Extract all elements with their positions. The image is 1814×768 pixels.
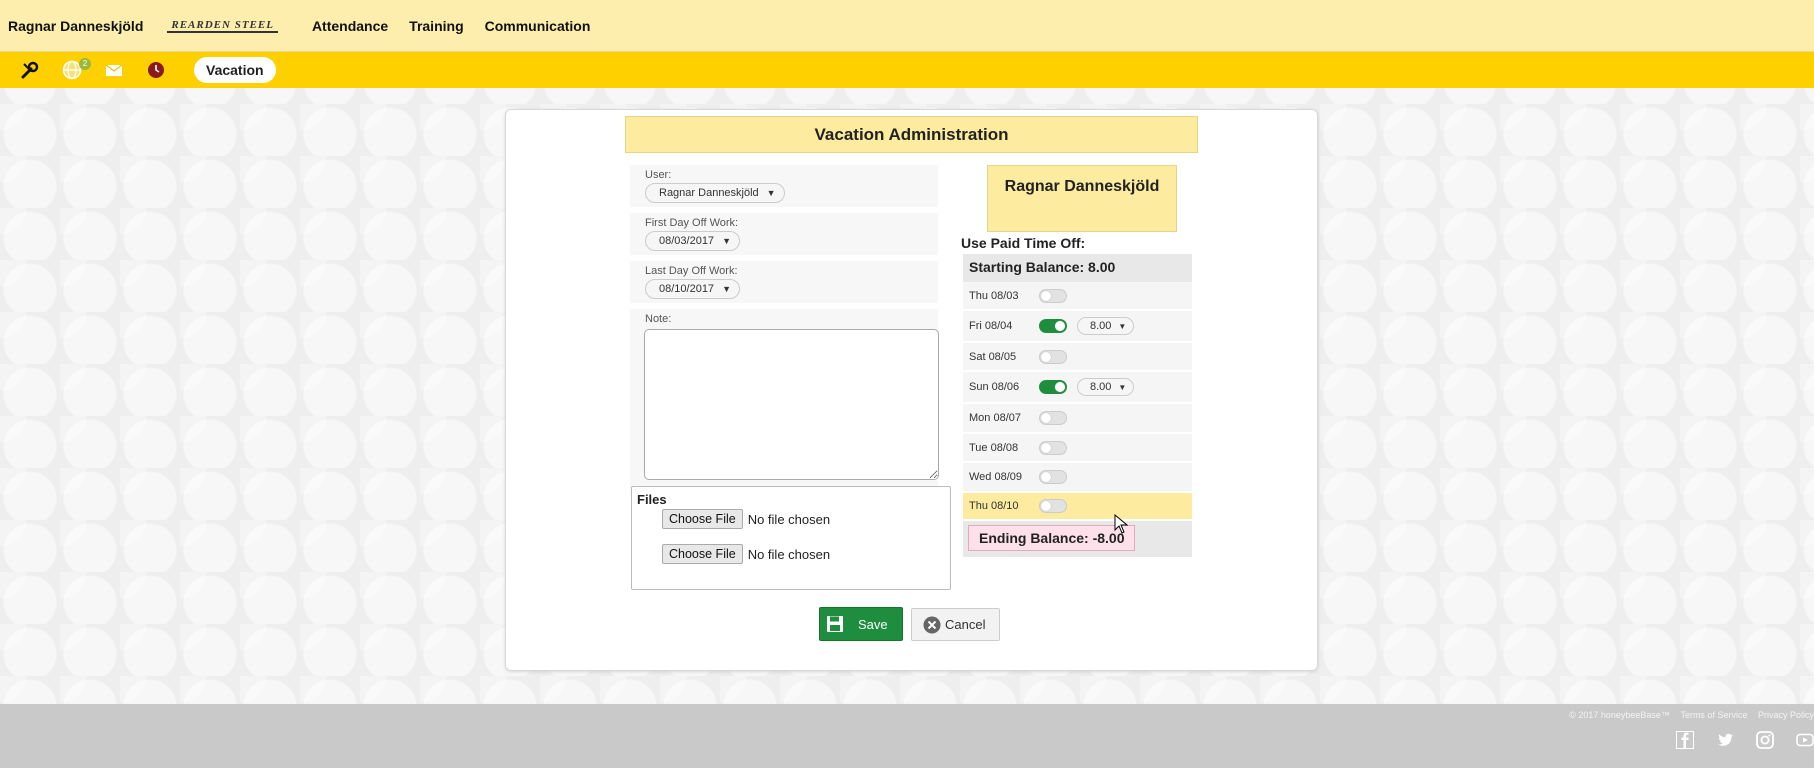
day-label: Wed 08/09 [969, 471, 1023, 483]
pto-title: Use Paid Time Off: [961, 235, 1086, 251]
pto-day-row: Sat 08/05 [963, 343, 1192, 372]
nav-training[interactable]: Training [409, 18, 463, 34]
pto-day-row: Wed 08/09 [963, 463, 1192, 493]
choose-file-button[interactable]: Choose File [662, 509, 743, 529]
mouse-cursor-icon [1114, 514, 1128, 534]
footer: © 2017 honeybeeBase™ Terms of Service Pr… [0, 704, 1814, 768]
facebook-icon[interactable] [1676, 731, 1694, 749]
first-day-value: 08/03/2017 [659, 235, 715, 247]
cancel-label: Cancel [945, 617, 986, 632]
user-select-value: Ragnar Danneskjöld [659, 187, 759, 199]
hours-value: 8.00 [1090, 381, 1112, 393]
employee-name: Ragnar Danneskjöld [987, 165, 1177, 232]
no-file-text: No file chosen [747, 511, 831, 527]
nav-communication[interactable]: Communication [485, 18, 591, 34]
tab-vacation[interactable]: Vacation [194, 57, 276, 83]
last-day-row: Last Day Off Work: 08/10/2017 ▼ [630, 261, 938, 303]
pto-day-row: Tue 08/08 [963, 434, 1192, 463]
chevron-down-icon: ▼ [722, 284, 731, 294]
pto-day-row: Thu 08/03 [963, 283, 1192, 311]
last-day-label: Last Day Off Work: [645, 265, 738, 277]
starting-balance: Starting Balance: 8.00 [963, 254, 1192, 283]
day-label: Sun 08/06 [969, 381, 1020, 393]
top-navbar: Ragnar Danneskjöld REARDEN STEEL Attenda… [0, 0, 1814, 52]
clock-icon[interactable] [146, 60, 166, 80]
cancel-button[interactable]: Cancel [911, 608, 1000, 641]
request-form: User: Ragnar Danneskjöld ▼ First Day Off … [630, 165, 939, 501]
user-name-link[interactable]: Ragnar Danneskjöld [8, 18, 143, 34]
chevron-down-icon: ▼ [766, 188, 776, 198]
day-label: Fri 08/04 [969, 320, 1013, 332]
first-day-row: First Day Off Work: 08/03/2017 ▼ [630, 213, 938, 255]
hours-select[interactable]: 8.00 ▼ [1077, 378, 1135, 396]
globe-icon[interactable]: 2 [62, 58, 91, 80]
chevron-down-icon: ▼ [1118, 322, 1127, 331]
ending-balance-row: Ending Balance: -8.00 [963, 521, 1192, 557]
page-title: Vacation Administration [625, 116, 1198, 153]
ending-balance: Ending Balance: -8.00 [968, 525, 1136, 551]
pto-toggle[interactable] [1039, 411, 1067, 425]
tools-icon[interactable] [20, 60, 40, 80]
nav-attendance[interactable]: Attendance [312, 18, 388, 34]
no-file-text: No file chosen [747, 546, 831, 562]
day-label: Thu 08/10 [969, 500, 1019, 512]
mail-icon[interactable] [104, 60, 124, 80]
file-input-1: Choose File No file chosen [662, 509, 950, 529]
pto-day-row: Sun 08/06 8.00 ▼ [963, 372, 1192, 404]
last-day-select[interactable]: 08/10/2017 ▼ [645, 279, 740, 299]
files-label: Files [637, 492, 667, 507]
hours-value: 8.00 [1090, 320, 1112, 332]
first-day-label: First Day Off Work: [645, 217, 739, 229]
last-day-value: 08/10/2017 [659, 283, 715, 295]
social-links [1654, 731, 1814, 749]
pto-toggle[interactable] [1039, 289, 1067, 303]
footer-legal: © 2017 honeybeeBase™ Terms of Service Pr… [1561, 710, 1814, 720]
pto-panel: Ragnar Danneskjöld Use Paid Time Off: St… [961, 165, 1221, 557]
notification-badge: 2 [79, 58, 91, 70]
floppy-disk-icon [827, 616, 843, 632]
user-select[interactable]: Ragnar Danneskjöld ▼ [645, 183, 785, 203]
chevron-down-icon: ▼ [1118, 383, 1127, 392]
note-label: Note: [645, 313, 672, 325]
day-label: Sat 08/05 [969, 350, 1017, 363]
choose-file-button[interactable]: Choose File [662, 544, 743, 564]
save-label: Save [858, 616, 888, 632]
pto-table: Starting Balance: 8.00 Thu 08/03 Fri 08/… [963, 254, 1192, 557]
copyright-text: © 2017 honeybeeBase™ [1569, 710, 1670, 720]
vacation-admin-card: Vacation Administration User: Ragnar Dan… [505, 109, 1318, 671]
day-label: Thu 08/03 [969, 290, 1019, 302]
brand-logo[interactable]: REARDEN STEEL [167, 19, 278, 33]
day-label: Mon 08/07 [969, 412, 1021, 424]
youtube-icon[interactable] [1796, 731, 1814, 749]
pto-toggle[interactable] [1039, 349, 1067, 364]
pto-day-row: Fri 08/04 8.00 ▼ [963, 311, 1192, 343]
twitter-icon[interactable] [1716, 731, 1734, 749]
pto-toggle[interactable] [1039, 440, 1067, 455]
user-row: User: Ragnar Danneskjöld ▼ [630, 165, 938, 207]
terms-link[interactable]: Terms of Service [1680, 710, 1747, 720]
file-input-2: Choose File No file chosen [662, 544, 950, 564]
day-label: Tue 08/08 [969, 441, 1019, 454]
sub-navbar: 2 Vacation [0, 52, 1814, 88]
chevron-down-icon: ▼ [722, 236, 731, 246]
pto-day-row: Mon 08/07 [963, 404, 1192, 434]
pto-toggle[interactable] [1039, 499, 1067, 513]
files-panel: Files Choose File No file chosen Choose … [631, 486, 951, 590]
close-icon [923, 616, 941, 633]
user-label: User: [645, 169, 672, 181]
pto-toggle[interactable] [1039, 380, 1067, 394]
save-button[interactable]: Save [819, 607, 903, 641]
pto-toggle[interactable] [1039, 470, 1067, 484]
instagram-icon[interactable] [1756, 731, 1774, 749]
hours-select[interactable]: 8.00 ▼ [1077, 317, 1135, 335]
first-day-select[interactable]: 08/03/2017 ▼ [645, 231, 740, 251]
note-row: Note: [630, 309, 939, 495]
note-textarea[interactable] [644, 329, 939, 480]
pto-toggle[interactable] [1039, 319, 1067, 333]
pto-day-row: Thu 08/10 [963, 493, 1192, 521]
privacy-link[interactable]: Privacy Policy [1758, 710, 1814, 720]
